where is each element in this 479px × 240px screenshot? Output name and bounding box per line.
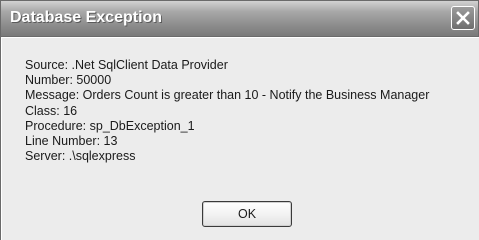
procedure-line: Procedure: sp_DbException_1 <box>25 118 195 133</box>
class-line: Class: 16 <box>25 103 78 118</box>
title-bar[interactable]: Database Exception <box>1 1 478 37</box>
source-line: Source: .Net SqlClient Data Provider <box>25 58 228 72</box>
line-number-line: Line Number: 13 <box>25 134 118 149</box>
exception-details: Source: .Net SqlClient Data Provider Num… <box>25 58 429 164</box>
close-button[interactable] <box>451 6 475 30</box>
dialog-title: Database Exception <box>10 9 163 26</box>
close-icon <box>456 11 470 25</box>
dialog-body: Source: .Net SqlClient Data Provider Num… <box>1 37 479 240</box>
database-exception-dialog: Database Exception Source: .Net SqlClien… <box>0 0 479 240</box>
number-line: Number: 50000 <box>25 73 112 88</box>
ok-button[interactable]: OK <box>202 201 292 227</box>
server-line: Server: .\sqlexpress <box>25 149 136 164</box>
message-line: Message: Orders Count is greater than 10… <box>25 88 430 103</box>
